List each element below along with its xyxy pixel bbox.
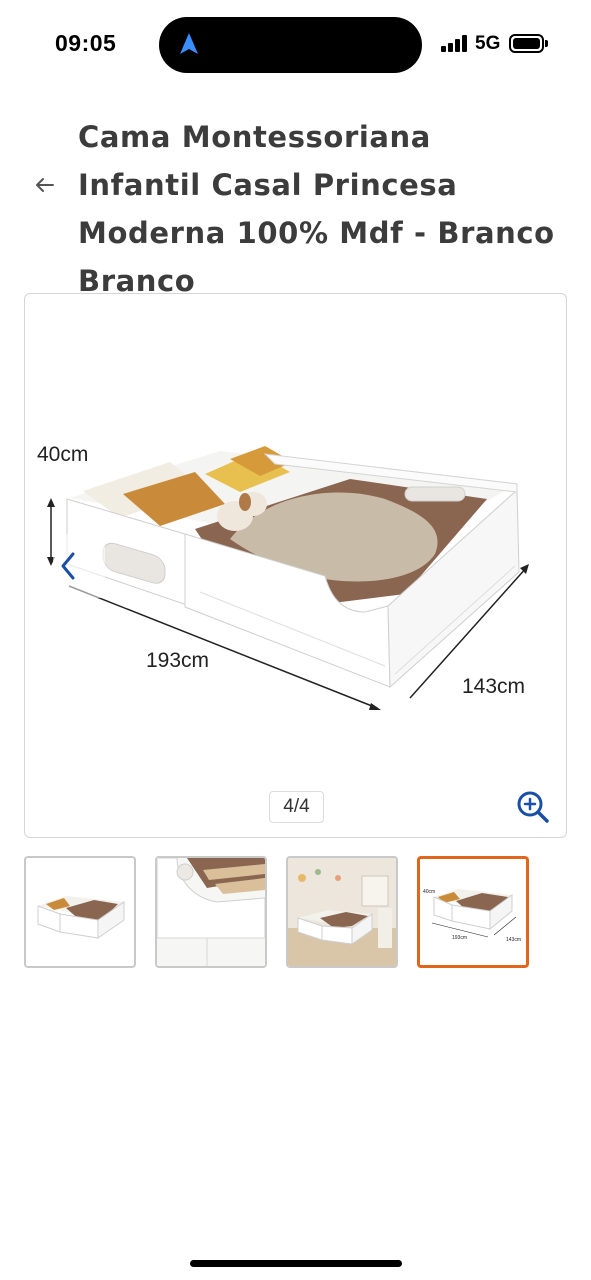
page-title: Cama Montessoriana Infantil Casal Prince… xyxy=(78,120,555,298)
chevron-left-icon xyxy=(61,552,75,580)
network-type: 5G xyxy=(475,33,501,54)
thumbnail-4-selected[interactable]: 40cm 193cm 143cm xyxy=(417,856,529,968)
thumb-length-label: 193cm xyxy=(452,935,467,941)
zoom-in-icon[interactable] xyxy=(515,789,551,825)
thumbnail-2[interactable] xyxy=(155,856,267,968)
thumbnail-1[interactable] xyxy=(24,856,136,968)
thumbnail-3[interactable] xyxy=(286,856,398,968)
length-dimension-label: 193cm xyxy=(146,649,210,672)
signal-icon xyxy=(441,35,469,52)
image-counter: 4/4 xyxy=(269,791,324,823)
location-arrow-icon xyxy=(180,33,198,54)
thumbnail-image: 40cm 193cm 143cm xyxy=(423,889,521,943)
status-bar: 09:05 5G xyxy=(0,0,591,90)
battery-tip xyxy=(545,40,548,47)
arrow-left-icon xyxy=(36,178,54,192)
thumbnail-strip: 40cm 193cm 143cm xyxy=(24,856,567,970)
back-button[interactable] xyxy=(30,170,60,200)
thumbnail-image xyxy=(37,896,125,939)
product-image xyxy=(47,446,529,710)
width-dimension-label: 143cm xyxy=(462,675,526,698)
battery-icon xyxy=(509,34,544,53)
product-image-gallery[interactable]: 40cm 193cm 143cm 4/4 xyxy=(24,293,567,838)
dynamic-island xyxy=(159,17,422,73)
height-dimension-label: 40cm xyxy=(37,443,89,466)
clock: 09:05 xyxy=(55,30,117,56)
thumbnail-image xyxy=(157,858,265,966)
home-indicator[interactable] xyxy=(190,1260,402,1267)
thumbnail-image xyxy=(288,858,396,966)
previous-image-button[interactable] xyxy=(53,534,105,598)
thumb-width-label: 143cm xyxy=(506,937,521,943)
thumb-height-label: 40cm xyxy=(423,889,435,895)
